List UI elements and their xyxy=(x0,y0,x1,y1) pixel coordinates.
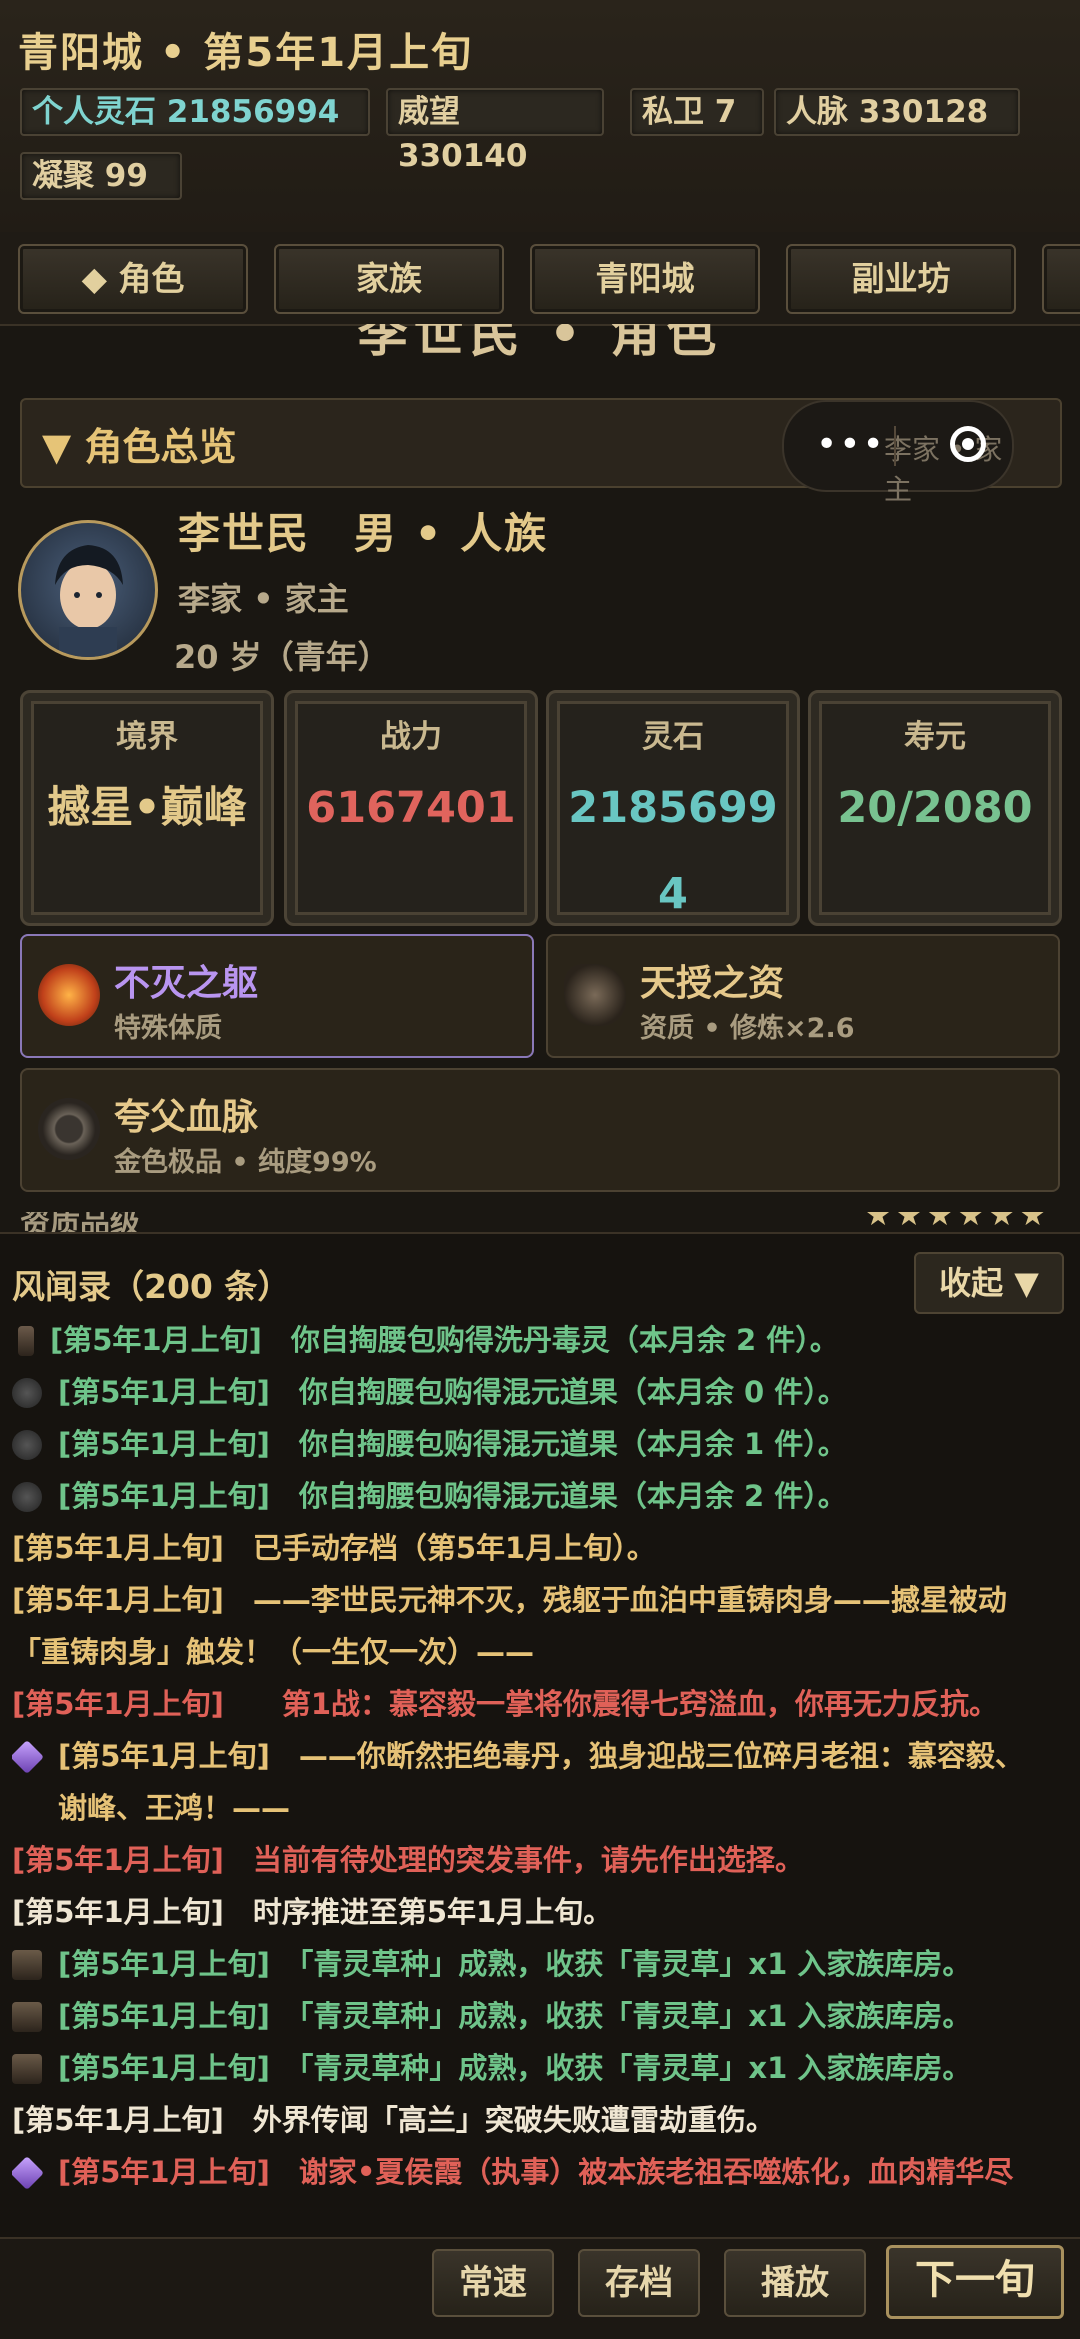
avatar[interactable] xyxy=(18,520,158,660)
talent-stars: ★★★★★★ xyxy=(864,1212,1050,1233)
overview-section-header[interactable]: ▼ 角色总览 李家 • 家主 ••• xyxy=(20,398,1062,506)
capsule-underlying-text: 李家 • 家主 xyxy=(884,433,1003,506)
dao-fruit-icon xyxy=(12,1482,42,1512)
trait-name: 不灭之躯 xyxy=(114,963,259,1004)
treasure-chest-icon xyxy=(12,1950,42,1980)
log-entry: [第5年1月上旬] 已手动存档（第5年1月上旬）。 xyxy=(12,1531,656,1565)
treasure-chest-icon xyxy=(12,2054,42,2084)
log-entry: [第5年1月上旬] 外界传闻「高兰」突破失败遭雷劫重伤。 xyxy=(12,2103,775,2137)
log-entry: [第5年1月上旬] 你自掏腰包购得混元道果（本月余 0 件）。 xyxy=(12,1366,1072,1418)
card-lifespan-label: 寿元 xyxy=(904,719,966,755)
log-entry: [第5年1月上旬] 第1战：慕容毅一掌将你震得七窍溢血，你再无力反抗。 xyxy=(12,1687,999,1721)
log-entry: [第5年1月上旬] 「青灵草种」成熟，收获「青灵草」x1 入家族库房。 xyxy=(12,1938,1072,1990)
log-entry: [第5年1月上旬] 时序推进至第5年1月上旬。 xyxy=(12,1895,613,1929)
mini-program-capsule: 李家 • 家主 ••• xyxy=(782,400,1014,506)
collapse-button[interactable]: 收起 ▼ xyxy=(914,1252,1064,1314)
trait-kuafu-bloodline[interactable]: 夸父血脉 金色极品 • 纯度99% xyxy=(20,1068,1060,1192)
overview-section-label: ▼ 角色总览 xyxy=(42,425,237,469)
log-entry: [第5年1月上旬] 你自掏腰包购得洗丹毒灵（本月余 2 件）。 xyxy=(12,1314,1072,1366)
log-entry: [第5年1月上旬] ——你断然拒绝毒丹，独身迎战三位碎月老祖：慕容毅、 xyxy=(12,1730,1072,1782)
trait-subtitle: 特殊体质 xyxy=(114,1013,222,1044)
log-entry: [第5年1月上旬] ——李世民元神不灭，残躯于血泊中重铸肉身——撼星被动 xyxy=(12,1583,1007,1617)
dao-fruit-icon xyxy=(12,1430,42,1460)
card-combat-power-label: 战力 xyxy=(380,719,442,755)
character-name-line: 李世民 男 • 人族 xyxy=(178,509,549,558)
card-realm: 境界 撼星•巅峰 xyxy=(20,690,274,926)
log-entry: [第5年1月上旬] 你自掏腰包购得混元道果（本月余 2 件）。 xyxy=(12,1470,1072,1522)
potion-icon xyxy=(18,1326,34,1356)
stat-personal-spirit-stones: 个人灵石 21856994 xyxy=(20,88,370,136)
card-lifespan-value: 20/2080 xyxy=(837,783,1033,833)
log-title: 风闻录（200 条） xyxy=(12,1267,291,1306)
treasure-chest-icon xyxy=(12,2002,42,2032)
log-list: [第5年1月上旬] 你自掏腰包购得洗丹毒灵（本月余 2 件）。 [第5年1月上旬… xyxy=(12,1314,1072,2198)
play-button[interactable]: 播放 xyxy=(724,2249,866,2317)
log-entry: [第5年1月上旬] 谢家•夏侯霞（执事）被本族老祖吞噬炼化，血肉精华尽 xyxy=(12,2146,1072,2198)
top-header: 青阳城 • 第5年1月上旬 个人灵石 21856994 威望 330140 私卫… xyxy=(0,0,1080,234)
rune-disc-icon xyxy=(38,1098,100,1160)
tab-character[interactable]: ◆ 角色 xyxy=(18,244,248,314)
stat-prestige: 威望 330140 xyxy=(386,88,604,174)
talent-grade-label: 资质品级 xyxy=(20,1212,140,1234)
main-tabs: ◆ 角色 家族 青阳城 副业坊 xyxy=(0,232,1080,326)
log-entry: [第5年1月上旬] 当前有待处理的突发事件，请先作出选择。 xyxy=(12,1843,804,1877)
trait-name: 夸父血脉 xyxy=(114,1097,259,1138)
purple-crystal-icon xyxy=(12,2156,44,2190)
next-period-button[interactable]: 下一旬 xyxy=(886,2245,1064,2319)
card-combat-power: 战力 6167401 xyxy=(284,690,538,926)
stat-guards: 私卫 7 xyxy=(630,88,764,136)
trait-subtitle: 金色极品 • 纯度99% xyxy=(114,1147,377,1178)
location-date-title: 青阳城 • 第5年1月上旬 xyxy=(18,30,474,76)
card-combat-power-value: 6167401 xyxy=(306,783,516,833)
more-menu-icon[interactable]: ••• xyxy=(816,424,886,465)
character-age-line: 20 岁（青年） xyxy=(174,638,390,676)
dao-fruit-icon xyxy=(12,1378,42,1408)
trait-immortal-body[interactable]: 不灭之躯 特殊体质 xyxy=(20,934,534,1058)
flame-sun-icon xyxy=(38,964,100,1026)
tab-more[interactable] xyxy=(1042,244,1080,314)
trait-subtitle: 资质 • 修炼×2.6 xyxy=(640,1013,855,1044)
card-spirit-stones-label: 灵石 xyxy=(642,719,704,755)
card-spirit-stones-value: 21856994 xyxy=(568,783,778,919)
card-realm-label: 境界 xyxy=(116,719,178,755)
tab-side-workshop[interactable]: 副业坊 xyxy=(786,244,1016,314)
stat-cohesion: 凝聚 99 xyxy=(20,152,182,200)
card-realm-value: 撼星•巅峰 xyxy=(47,783,247,833)
boots-icon xyxy=(564,964,626,1026)
character-family-line: 李家 • 家主 xyxy=(178,580,349,618)
avatar-portrait-icon xyxy=(55,545,123,657)
stat-connections: 人脉 330128 xyxy=(774,88,1020,136)
card-spirit-stones: 灵石 21856994 xyxy=(546,690,800,926)
trait-name: 天授之资 xyxy=(640,963,785,1004)
page-heading: 李世民 • 角色 xyxy=(357,324,723,363)
save-button[interactable]: 存档 xyxy=(578,2249,700,2317)
log-entry: [第5年1月上旬] 你自掏腰包购得混元道果（本月余 1 件）。 xyxy=(12,1418,1072,1470)
trait-heavenly-talent[interactable]: 天授之资 资质 • 修炼×2.6 xyxy=(546,934,1060,1058)
purple-crystal-icon xyxy=(12,1740,44,1774)
log-entry: [第5年1月上旬] 「青灵草种」成熟，收获「青灵草」x1 入家族库房。 xyxy=(12,2042,1072,2094)
log-entry: [第5年1月上旬] 「青灵草种」成熟，收获「青灵草」x1 入家族库房。 xyxy=(12,1990,1072,2042)
speed-button[interactable]: 常速 xyxy=(432,2249,554,2317)
close-circle-icon[interactable] xyxy=(950,426,986,462)
capsule-divider xyxy=(894,426,896,466)
card-lifespan: 寿元 20/2080 xyxy=(808,690,1062,926)
bottom-action-bar: 常速 存档 播放 下一旬 xyxy=(0,2237,1080,2339)
log-entry: 谢峰、王鸿！—— xyxy=(58,1791,291,1825)
log-entry: 「重铸肉身」触发！（一生仅一次）—— xyxy=(12,1635,535,1669)
tab-qingyang-city[interactable]: 青阳城 xyxy=(530,244,760,314)
rumor-log-panel: 风闻录（200 条） 收起 ▼ [第5年1月上旬] 你自掏腰包购得洗丹毒灵（本月… xyxy=(0,1232,1080,2239)
tab-family[interactable]: 家族 xyxy=(274,244,504,314)
talent-grade-row: 资质品级 ★★★★★★ xyxy=(20,1212,1060,1234)
